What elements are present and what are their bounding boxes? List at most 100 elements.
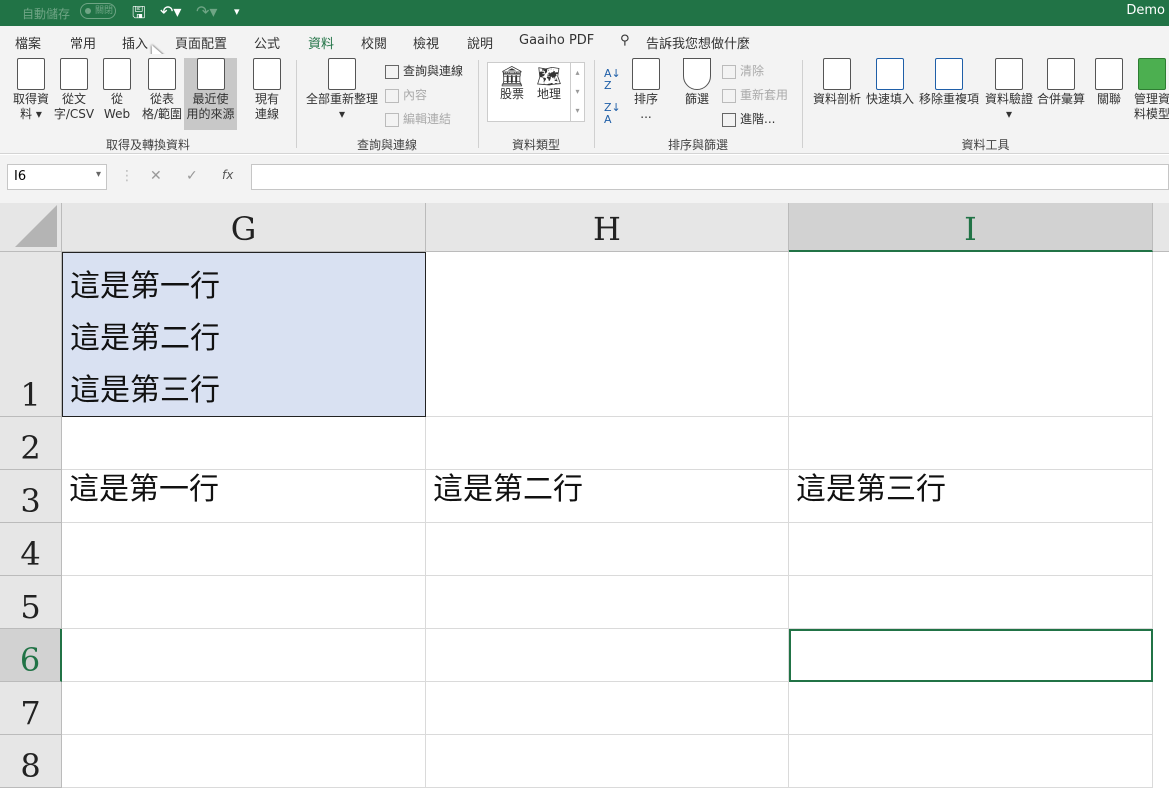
cancel-icon[interactable]: ✕ — [150, 168, 162, 184]
refresh-all-button[interactable]: 全部重新整理 ▾ — [304, 58, 380, 122]
text-to-columns-button[interactable]: 資料剖析 — [812, 58, 862, 107]
sort-button[interactable]: 排序 ... — [630, 58, 662, 122]
row-header-1[interactable]: 1 — [0, 252, 62, 417]
column-header-i[interactable]: I — [789, 203, 1153, 252]
get-data-button[interactable]: 取得資 料 ▾ — [8, 58, 54, 122]
row-header-6[interactable]: 6 — [0, 629, 62, 682]
consolidate-button[interactable]: 合併彙算 — [1036, 58, 1086, 107]
remove-duplicates-button[interactable]: 移除重複項 — [918, 58, 980, 107]
manage-data-model-button[interactable]: 管理資 料模型 — [1130, 58, 1169, 122]
autosave-toggle[interactable]: 關閉 — [80, 3, 116, 19]
relationships-button[interactable]: 關聯 — [1094, 58, 1124, 107]
cell-h3[interactable]: 這是第二行 — [426, 470, 789, 523]
tab-gaaiho-pdf[interactable]: Gaaiho PDF — [519, 33, 594, 48]
undo-icon[interactable]: ↶▾ — [160, 2, 181, 21]
flash-fill-button[interactable]: 快速填入 — [865, 58, 915, 107]
stocks-button[interactable]: 🏛 股票 — [492, 66, 532, 102]
tab-home[interactable]: 常用 — [70, 33, 96, 52]
web-file-icon — [103, 58, 131, 90]
name-box[interactable]: I6 — [7, 164, 107, 190]
queries-connections-button[interactable]: 查詢與連線 — [383, 63, 463, 79]
formula-input[interactable] — [251, 164, 1169, 190]
cell-i2[interactable] — [789, 417, 1153, 470]
cell-h5[interactable] — [426, 576, 789, 629]
filter-button[interactable]: 篩選 — [680, 58, 714, 107]
row-header-2[interactable]: 2 — [0, 417, 62, 470]
cell-g2[interactable] — [62, 417, 426, 470]
tell-me-input[interactable]: 告訴我您想做什麼 — [646, 33, 750, 52]
tab-data[interactable]: 資料 — [308, 33, 335, 58]
bank-icon: 🏛 — [499, 64, 525, 88]
save-icon[interactable]: 🖫 — [132, 2, 146, 29]
spreadsheet-grid: G H I 1 2 3 4 5 6 7 8 這是第一行 這是第二行 這是第三行這… — [0, 203, 1169, 788]
enter-icon[interactable]: ✓ — [186, 168, 198, 184]
tab-review[interactable]: 校閱 — [361, 33, 387, 52]
remove-duplicates-icon — [935, 58, 963, 90]
column-header-h[interactable]: H — [426, 203, 789, 252]
redo-icon[interactable]: ↷▾ — [196, 2, 217, 21]
edit-links-button[interactable]: 編輯連結 — [383, 111, 451, 127]
cell-h1[interactable] — [426, 252, 789, 417]
ribbon-tabs: 檔案 常用 插入 頁面配置 公式 資料 校閱 檢視 說明 Gaaiho PDF … — [0, 26, 1169, 58]
existing-connections-button[interactable]: 現有 連線 — [248, 58, 286, 122]
cell-i4[interactable] — [789, 523, 1153, 576]
tab-help[interactable]: 說明 — [467, 33, 493, 52]
row-header-5[interactable]: 5 — [0, 576, 62, 629]
cell-g1[interactable]: 這是第一行 這是第二行 這是第三行 — [62, 252, 426, 417]
column-header-g[interactable]: G — [62, 203, 426, 252]
group-data-tools-label: 資料工具 — [961, 138, 1010, 152]
select-all-button[interactable] — [0, 203, 62, 252]
data-validation-button[interactable]: 資料驗證 ▾ — [983, 58, 1035, 122]
recent-sources-button[interactable]: 最近使 用的來源 — [184, 58, 237, 130]
recent-clock-icon — [196, 58, 225, 90]
tab-insert[interactable]: 插入 — [122, 33, 148, 52]
cell-i5[interactable] — [789, 576, 1153, 629]
ribbon: 取得資 料 ▾ 從文 字/CSV 從 Web 從表 格/範圍 最近使 用的來源 … — [0, 54, 1169, 154]
cell-g5[interactable] — [62, 576, 426, 629]
cell-g6[interactable] — [62, 629, 426, 682]
cell-g4[interactable] — [62, 523, 426, 576]
cell-i8[interactable] — [789, 735, 1153, 788]
group-sort-filter-label: 排序與篩選 — [667, 138, 728, 152]
cell-i1[interactable] — [789, 252, 1153, 417]
cell-h7[interactable] — [426, 682, 789, 735]
cell-h8[interactable] — [426, 735, 789, 788]
properties-button[interactable]: 內容 — [383, 87, 427, 103]
reapply-button[interactable]: 重新套用 — [720, 87, 788, 103]
tab-formulas[interactable]: 公式 — [254, 33, 280, 52]
tab-view[interactable]: 檢視 — [413, 33, 439, 52]
from-table-button[interactable]: 從表 格/範圍 — [140, 58, 184, 122]
cell-h6[interactable] — [426, 629, 789, 682]
consolidate-icon — [1047, 58, 1075, 90]
group-queries-label: 查詢與連線 — [356, 138, 417, 152]
text-file-icon — [60, 58, 88, 90]
geography-button[interactable]: 🗺 地理 — [532, 66, 566, 102]
group-divider — [802, 60, 803, 148]
cell-i7[interactable] — [789, 682, 1153, 735]
advanced-filter-button[interactable]: 進階... — [720, 111, 775, 127]
row-header-8[interactable]: 8 — [0, 735, 62, 788]
search-icon[interactable]: ⚲ — [620, 33, 630, 48]
cell-h2[interactable] — [426, 417, 789, 470]
funnel-icon — [683, 58, 711, 90]
column-header-next[interactable] — [1153, 203, 1169, 252]
cell-g8[interactable] — [62, 735, 426, 788]
sort-a-z-icon[interactable]: A↓ Z — [604, 68, 621, 92]
cell-i6[interactable] — [789, 629, 1153, 682]
from-text-csv-button[interactable]: 從文 字/CSV — [52, 58, 96, 122]
row-header-3[interactable]: 3 — [0, 470, 62, 523]
clear-filter-button[interactable]: 清除 — [720, 63, 764, 79]
cell-g7[interactable] — [62, 682, 426, 735]
tab-page-layout[interactable]: 頁面配置 — [175, 33, 227, 52]
row-header-4[interactable]: 4 — [0, 523, 62, 576]
tab-file[interactable]: 檔案 — [15, 33, 41, 52]
row-header-7[interactable]: 7 — [0, 682, 62, 735]
cell-g3[interactable]: 這是第一行 — [62, 470, 426, 523]
insert-function-button[interactable]: fx — [222, 168, 233, 182]
customize-qat-icon[interactable]: ▾ — [234, 5, 240, 18]
from-web-button[interactable]: 從 Web — [98, 58, 136, 122]
cell-i3[interactable]: 這是第三行 — [789, 470, 1153, 523]
cell-h4[interactable] — [426, 523, 789, 576]
gallery-scroll[interactable]: ▴ ▾ ▾ — [570, 63, 584, 121]
sort-z-a-icon[interactable]: Z↓ A — [604, 102, 621, 126]
